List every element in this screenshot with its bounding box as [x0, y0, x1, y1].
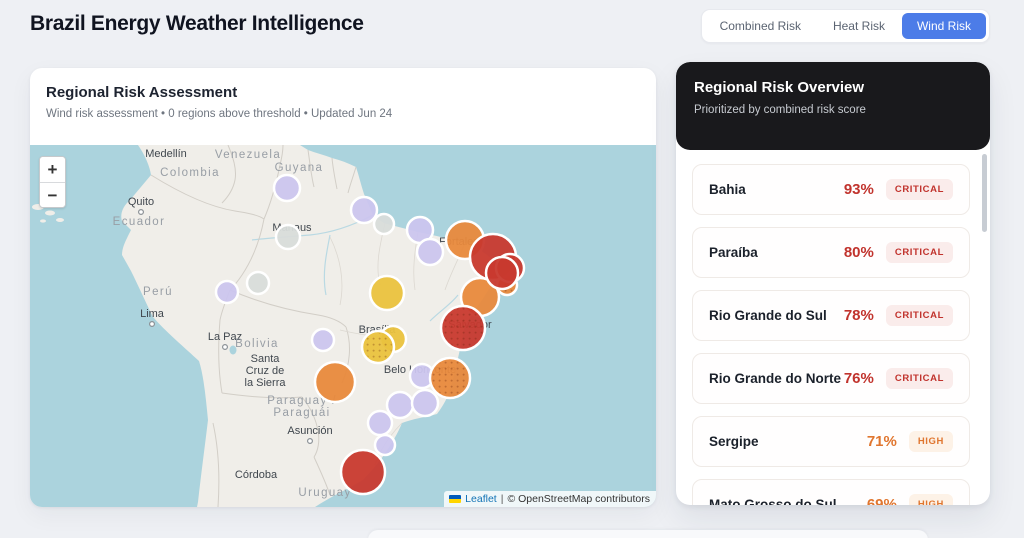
- region-row[interactable]: Paraíba 80% CRITICAL: [692, 227, 970, 278]
- risk-bubble-risk_low[interactable]: [214, 279, 240, 305]
- attribution-separator: |: [500, 493, 504, 505]
- zoom-in-button[interactable]: +: [40, 157, 65, 182]
- map-label-la-sierra: la Sierra: [245, 377, 287, 389]
- region-name: Rio Grande do Norte: [709, 371, 842, 386]
- risk-bubble-risk_low[interactable]: [366, 409, 394, 437]
- city-marker-icon: [307, 438, 314, 445]
- risk-bubble-risk_low[interactable]: [349, 195, 379, 225]
- risk-bubble-risk_low[interactable]: [385, 390, 415, 420]
- map-label-lima: Lima: [140, 308, 165, 320]
- risk-mode-tabs: Combined Risk Heat Risk Wind Risk: [700, 9, 990, 43]
- map-label-asunci-n: Asunción: [287, 425, 332, 437]
- regional-risk-overview-panel: Regional Risk Overview Prioritized by co…: [676, 62, 990, 505]
- region-level-badge: CRITICAL: [885, 305, 953, 326]
- map-label-bolivia: Bolivia: [235, 338, 279, 350]
- region-score: 76%: [843, 370, 874, 387]
- risk-bubble-dot-pattern: [432, 360, 468, 396]
- risk-bubble-dot-pattern: [364, 333, 392, 361]
- map-label-quito: Quito: [128, 196, 154, 208]
- region-row[interactable]: Sergipe 71% HIGH: [692, 416, 970, 467]
- leaflet-link[interactable]: Leaflet: [465, 493, 497, 505]
- region-score: 71%: [866, 433, 897, 450]
- osm-contributors-link[interactable]: © OpenStreetMap contributors: [507, 493, 650, 505]
- region-name: Paraíba: [709, 245, 758, 260]
- city-marker-icon: [222, 344, 229, 351]
- risk-bubble-risk_medium[interactable]: [368, 274, 406, 312]
- landmass-south-america: [121, 145, 496, 507]
- risk-bubble-risk_low[interactable]: [410, 388, 440, 418]
- risk-bubble-risk_low[interactable]: [415, 237, 445, 267]
- map-attribution: Leaflet | © OpenStreetMap contributors: [444, 491, 656, 507]
- region-name: Bahia: [709, 182, 746, 197]
- risk-bubble-risk_none[interactable]: [245, 270, 271, 296]
- region-level-badge: CRITICAL: [885, 368, 953, 389]
- zoom-out-button[interactable]: −: [40, 182, 65, 207]
- risk-bubble-dot-pattern: [443, 308, 483, 348]
- map-label-cruz-de: Cruz de: [246, 365, 285, 377]
- region-name: Mato Grosso do Sul: [709, 497, 837, 505]
- map-label-venezuela: Venezuela: [215, 149, 281, 161]
- region-level-badge: CRITICAL: [885, 179, 953, 200]
- tab-wind-risk[interactable]: Wind Risk: [901, 13, 986, 39]
- page-title: Brazil Energy Weather Intelligence: [30, 12, 364, 35]
- list-scrollbar-thumb[interactable]: [982, 154, 987, 232]
- ukraine-flag-icon: [449, 495, 462, 503]
- region-name: Rio Grande do Sul: [709, 308, 827, 323]
- overview-title: Regional Risk Overview: [694, 79, 865, 96]
- map-label-medell-n: Medellín: [145, 148, 187, 160]
- risk-bubble-risk_none[interactable]: [372, 212, 396, 236]
- risk-bubble-risk_critical[interactable]: [484, 255, 520, 291]
- map-label-paragu-i: Paraguái: [273, 407, 330, 419]
- region-score: 80%: [843, 244, 874, 261]
- region-row[interactable]: Rio Grande do Norte 76% CRITICAL: [692, 353, 970, 404]
- regional-risk-assessment-card: Regional Risk Assessment Wind risk asses…: [30, 68, 656, 507]
- leaflet-map[interactable]: Medellín Venezuela Colombia Guyana Quito Ecua…: [30, 145, 656, 507]
- region-row[interactable]: Rio Grande do Sul 78% CRITICAL: [692, 290, 970, 341]
- map-label-uruguay: Uruguay: [298, 487, 351, 499]
- risk-bubble-risk_low[interactable]: [272, 173, 302, 203]
- map-zoom-control: + −: [39, 156, 66, 208]
- risk-bubble-risk_low[interactable]: [310, 327, 336, 353]
- region-score: 78%: [843, 307, 874, 324]
- risk-bubble-risk_critical[interactable]: [339, 448, 387, 496]
- region-level-badge: HIGH: [908, 431, 953, 452]
- region-level-badge: HIGH: [908, 494, 953, 505]
- city-marker-icon: [148, 321, 155, 328]
- map-card-title: Regional Risk Assessment: [46, 84, 238, 101]
- tab-combined-risk[interactable]: Combined Risk: [705, 13, 816, 39]
- map-label-ecuador: Ecuador: [113, 216, 166, 228]
- overview-subtitle: Prioritized by combined risk score: [694, 104, 866, 116]
- next-card-top-edge: [368, 530, 928, 538]
- map-label-colombia: Colombia: [160, 167, 220, 179]
- overview-header: Regional Risk Overview Prioritized by co…: [676, 62, 990, 150]
- region-row[interactable]: Mato Grosso do Sul 69% HIGH: [692, 479, 970, 505]
- map-label-per-: Perú: [143, 286, 173, 298]
- region-score: 93%: [843, 181, 874, 198]
- region-score: 69%: [866, 496, 897, 505]
- risk-bubble-risk_high[interactable]: [313, 360, 357, 404]
- risk-bubble-risk_none[interactable]: [274, 223, 302, 251]
- map-card-subtitle: Wind risk assessment • 0 regions above t…: [46, 108, 393, 120]
- region-name: Sergipe: [709, 434, 759, 449]
- tab-heat-risk[interactable]: Heat Risk: [818, 13, 900, 39]
- city-marker-icon: [137, 208, 144, 215]
- region-list: Bahia 93% CRITICAL Paraíba 80% CRITICAL …: [676, 150, 990, 505]
- map-label-santa: Santa: [251, 353, 281, 365]
- map-label-c-rdoba: Córdoba: [235, 469, 278, 481]
- brazil-risk-map: Medellín Venezuela Colombia Guyana Quito Ecua…: [32, 145, 526, 507]
- region-level-badge: CRITICAL: [885, 242, 953, 263]
- risk-bubble-risk_low[interactable]: [373, 433, 397, 457]
- map-label-guyana: Guyana: [275, 162, 324, 174]
- region-row[interactable]: Bahia 93% CRITICAL: [692, 164, 970, 215]
